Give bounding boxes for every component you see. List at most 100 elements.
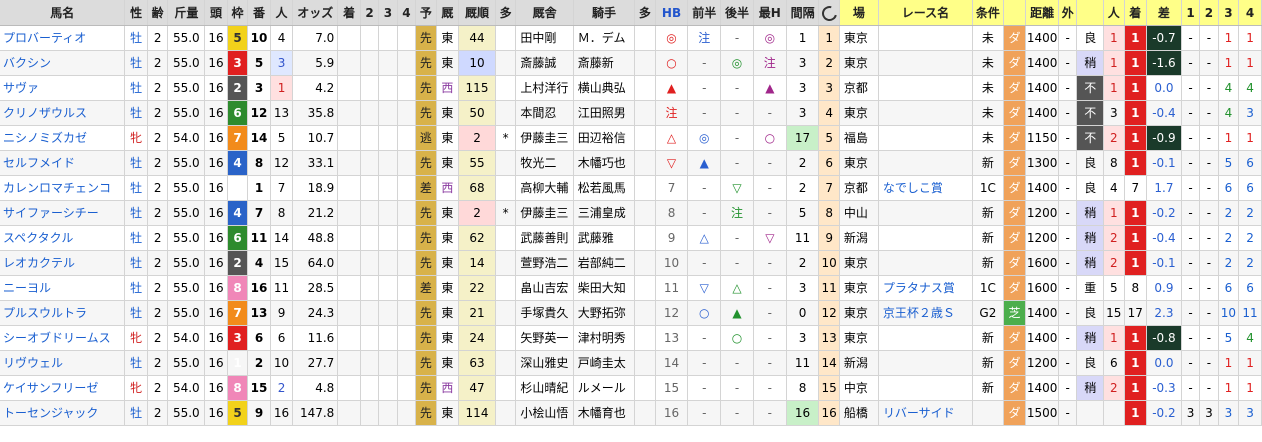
table-row[interactable]: トーセンジャック牡 2 55.0 16 5 9 16 147.8 先東 114 小桧山悟 木幡育也 16… xyxy=(0,400,1262,426)
cell-horse-name[interactable]: サヴァ xyxy=(0,75,126,101)
cell-hb-mark: 8 xyxy=(655,200,689,226)
column-header-12[interactable]: 4 xyxy=(397,0,417,26)
column-header-22[interactable]: 後半 xyxy=(720,0,754,26)
cell-trainer: 斎藤誠 xyxy=(515,50,574,76)
table-row[interactable]: サイファーシチー牡 2 55.0 16 4 7 8 21.2 先東 2 * 伊藤圭三 三浦皇成 8- 注 -5… xyxy=(0,200,1262,226)
cell-race-name[interactable] xyxy=(878,75,974,101)
column-header-35[interactable]: 差 xyxy=(1146,0,1182,26)
column-header-33[interactable]: 人 xyxy=(1103,0,1125,26)
table-row[interactable]: プルスウルトラ牡 2 55.0 16 7 13 9 24.3 先東 21 手塚貴久 大野拓弥 12 ○ ▲ -… xyxy=(0,300,1262,326)
table-row[interactable]: レオカクテル牡 2 55.0 16 2 4 15 64.0 先東 14 萱野浩二 岩部純二 10- - -2… xyxy=(0,250,1262,276)
cell-horse-name[interactable]: バクシン xyxy=(0,50,126,76)
cell-outside: - xyxy=(1058,350,1078,376)
column-header-8[interactable]: オッズ xyxy=(292,0,339,26)
column-header-25[interactable] xyxy=(818,0,840,26)
column-header-17[interactable]: 厩舎 xyxy=(515,0,574,26)
table-row[interactable]: シーオブドリームス牝 2 54.0 16 3 6 6 11.6 先東 24 矢野英一 津村明秀 13- ○… xyxy=(0,325,1262,351)
column-header-15[interactable]: 厩順 xyxy=(458,0,496,26)
column-header-26[interactable]: 場 xyxy=(839,0,879,26)
column-header-18[interactable]: 騎手 xyxy=(573,0,636,26)
cell-horse-name[interactable]: トーセンジャック xyxy=(0,400,126,426)
cell-race-name[interactable]: プラタナス賞 xyxy=(878,275,974,301)
column-header-20[interactable]: HB xyxy=(655,0,689,26)
column-header-28[interactable]: 条件 xyxy=(972,0,1004,26)
cell-horse-name[interactable]: セルフメイド xyxy=(0,150,126,176)
column-header-29[interactable] xyxy=(1003,0,1027,26)
table-row[interactable]: ニシノミズカゼ牝 2 54.0 16 7 14 5 10.7 逃東 2 * 伊藤圭三 田辺裕信 △ ◎ - ○ 1… xyxy=(0,125,1262,151)
cell-race-name[interactable]: リバーサイド xyxy=(878,400,974,426)
cell-field-size: 16 xyxy=(204,275,228,301)
column-header-2[interactable]: 齢 xyxy=(147,0,169,26)
cell-horse-name[interactable]: ニーヨル xyxy=(0,275,126,301)
cell-horse-name[interactable]: ケイサンフリーゼ xyxy=(0,375,126,401)
column-header-4[interactable]: 頭 xyxy=(204,0,228,26)
table-row[interactable]: カレンロマチェンコ牡 2 55.0 16 1 1 7 18.9 差西 68 高柳大輔 松若風馬 7- ▽ -… xyxy=(0,175,1262,201)
cell-horse-name[interactable]: カレンロマチェンコ xyxy=(0,175,126,201)
cell-race-name[interactable] xyxy=(878,225,974,251)
cell-horse-name[interactable]: ニシノミズカゼ xyxy=(0,125,126,151)
table-row[interactable]: リヴウェル牡 2 55.0 16 1 2 10 27.7 先東 63 深山雅史 戸崎圭太 14- - -11… xyxy=(0,350,1262,376)
column-header-19[interactable]: 多 xyxy=(634,0,656,26)
cell-rec3: 6 xyxy=(1218,175,1240,201)
cell-distance: 1200 xyxy=(1025,350,1059,376)
cell-interval: 3 xyxy=(786,325,820,351)
cell-race-name[interactable] xyxy=(878,125,974,151)
cell-surface: ダ xyxy=(1003,225,1027,251)
column-header-16[interactable]: 多 xyxy=(495,0,517,26)
column-header-34[interactable]: 着 xyxy=(1124,0,1148,26)
column-header-1[interactable]: 性 xyxy=(124,0,148,26)
column-header-38[interactable]: 3 xyxy=(1218,0,1240,26)
column-header-24[interactable]: 間隔 xyxy=(786,0,820,26)
column-header-11[interactable]: 3 xyxy=(378,0,398,26)
table-row[interactable]: バクシン牡 2 55.0 16 3 5 3 5.9 先東 10 斎藤誠 斎藤新 ○ - ◎ 注 3 2 東京未ダ 14… xyxy=(0,50,1262,76)
cell-horse-name[interactable]: シーオブドリームス xyxy=(0,325,126,351)
column-header-32[interactable] xyxy=(1076,0,1105,26)
cell-race-name[interactable] xyxy=(878,350,974,376)
table-row[interactable]: ケイサンフリーゼ牝 2 54.0 16 8 15 2 4.8 先西 47 杉山晴紀 ルメール 15- - -… xyxy=(0,375,1262,401)
column-header-30[interactable]: 距離 xyxy=(1025,0,1059,26)
column-header-3[interactable]: 斤量 xyxy=(167,0,206,26)
column-header-7[interactable]: 人 xyxy=(270,0,294,26)
cell-course: 京都 xyxy=(839,75,879,101)
table-row[interactable]: スペクタクル牡 2 55.0 16 6 11 14 48.8 先東 62 武藤善則 武藤雅 9 △ - ▽ 11… xyxy=(0,225,1262,251)
cell-race-name[interactable] xyxy=(878,50,974,76)
cell-horse-name[interactable]: スペクタクル xyxy=(0,225,126,251)
column-header-5[interactable]: 枠 xyxy=(227,0,249,26)
table-row[interactable]: ニーヨル牡 2 55.0 16 8 16 11 28.5 差東 22 畠山吉宏 柴田大知 11 ▽ △ -3 1… xyxy=(0,275,1262,301)
cell-horse-name[interactable]: プルスウルトラ xyxy=(0,300,126,326)
column-header-27[interactable]: レース名 xyxy=(878,0,974,26)
column-header-14[interactable]: 厩 xyxy=(436,0,460,26)
column-header-13[interactable]: 予 xyxy=(415,0,437,26)
cell-rec3: 2 xyxy=(1218,225,1240,251)
cell-race-name[interactable] xyxy=(878,25,974,51)
column-header-37[interactable]: 2 xyxy=(1199,0,1219,26)
cell-race-name[interactable]: 京王杯２歳Ｓ xyxy=(878,300,974,326)
cell-horse-name[interactable]: レオカクテル xyxy=(0,250,126,276)
table-row[interactable]: クリノザウルス牡 2 55.0 16 6 12 13 35.8 先東 50 本間忍 江田照男注 - - -3… xyxy=(0,100,1262,126)
column-header-31[interactable]: 外 xyxy=(1058,0,1078,26)
cell-horse-name[interactable]: プロバーティオ xyxy=(0,25,126,51)
column-header-23[interactable]: 最H xyxy=(753,0,787,26)
column-header-9[interactable]: 着 xyxy=(337,0,361,26)
cell-race-name[interactable] xyxy=(878,250,974,276)
cell-horse-name[interactable]: サイファーシチー xyxy=(0,200,126,226)
table-row[interactable]: サヴァ牡 2 55.0 16 2 3 1 4.2 先西 115 上村洋行 横山典弘 ▲ - - ▲ 3 3 京都未ダ… xyxy=(0,75,1262,101)
cell-race-name[interactable] xyxy=(878,100,974,126)
cell-age: 2 xyxy=(147,300,169,326)
cell-horse-name[interactable]: リヴウェル xyxy=(0,350,126,376)
column-header-21[interactable]: 前半 xyxy=(687,0,722,26)
cell-horse-name[interactable]: クリノザウルス xyxy=(0,100,126,126)
table-row[interactable]: セルフメイド牡 2 55.0 16 4 8 12 33.1 先東 55 牧光二 木幡巧也 ▽ ▲ - -2 6 東… xyxy=(0,150,1262,176)
cell-race-name[interactable] xyxy=(878,375,974,401)
table-row[interactable]: プロバーティオ牡 2 55.0 16 5 10 4 7.0 先東 44 田中剛 Ｍ．デム ◎ 注 - ◎ 1 1 東… xyxy=(0,25,1262,51)
cell-race-name[interactable] xyxy=(878,200,974,226)
column-header-10[interactable]: 2 xyxy=(360,0,380,26)
column-header-0[interactable]: 馬名 xyxy=(0,0,126,26)
column-header-39[interactable]: 4 xyxy=(1238,0,1262,26)
cell-race-name[interactable] xyxy=(878,150,974,176)
cell-race-name[interactable] xyxy=(878,325,974,351)
column-header-36[interactable]: 1 xyxy=(1181,0,1201,26)
cell-race-name[interactable]: なでしこ賞 xyxy=(878,175,974,201)
cell-past-finish: 1 xyxy=(1124,375,1148,401)
column-header-6[interactable]: 番 xyxy=(247,0,271,26)
